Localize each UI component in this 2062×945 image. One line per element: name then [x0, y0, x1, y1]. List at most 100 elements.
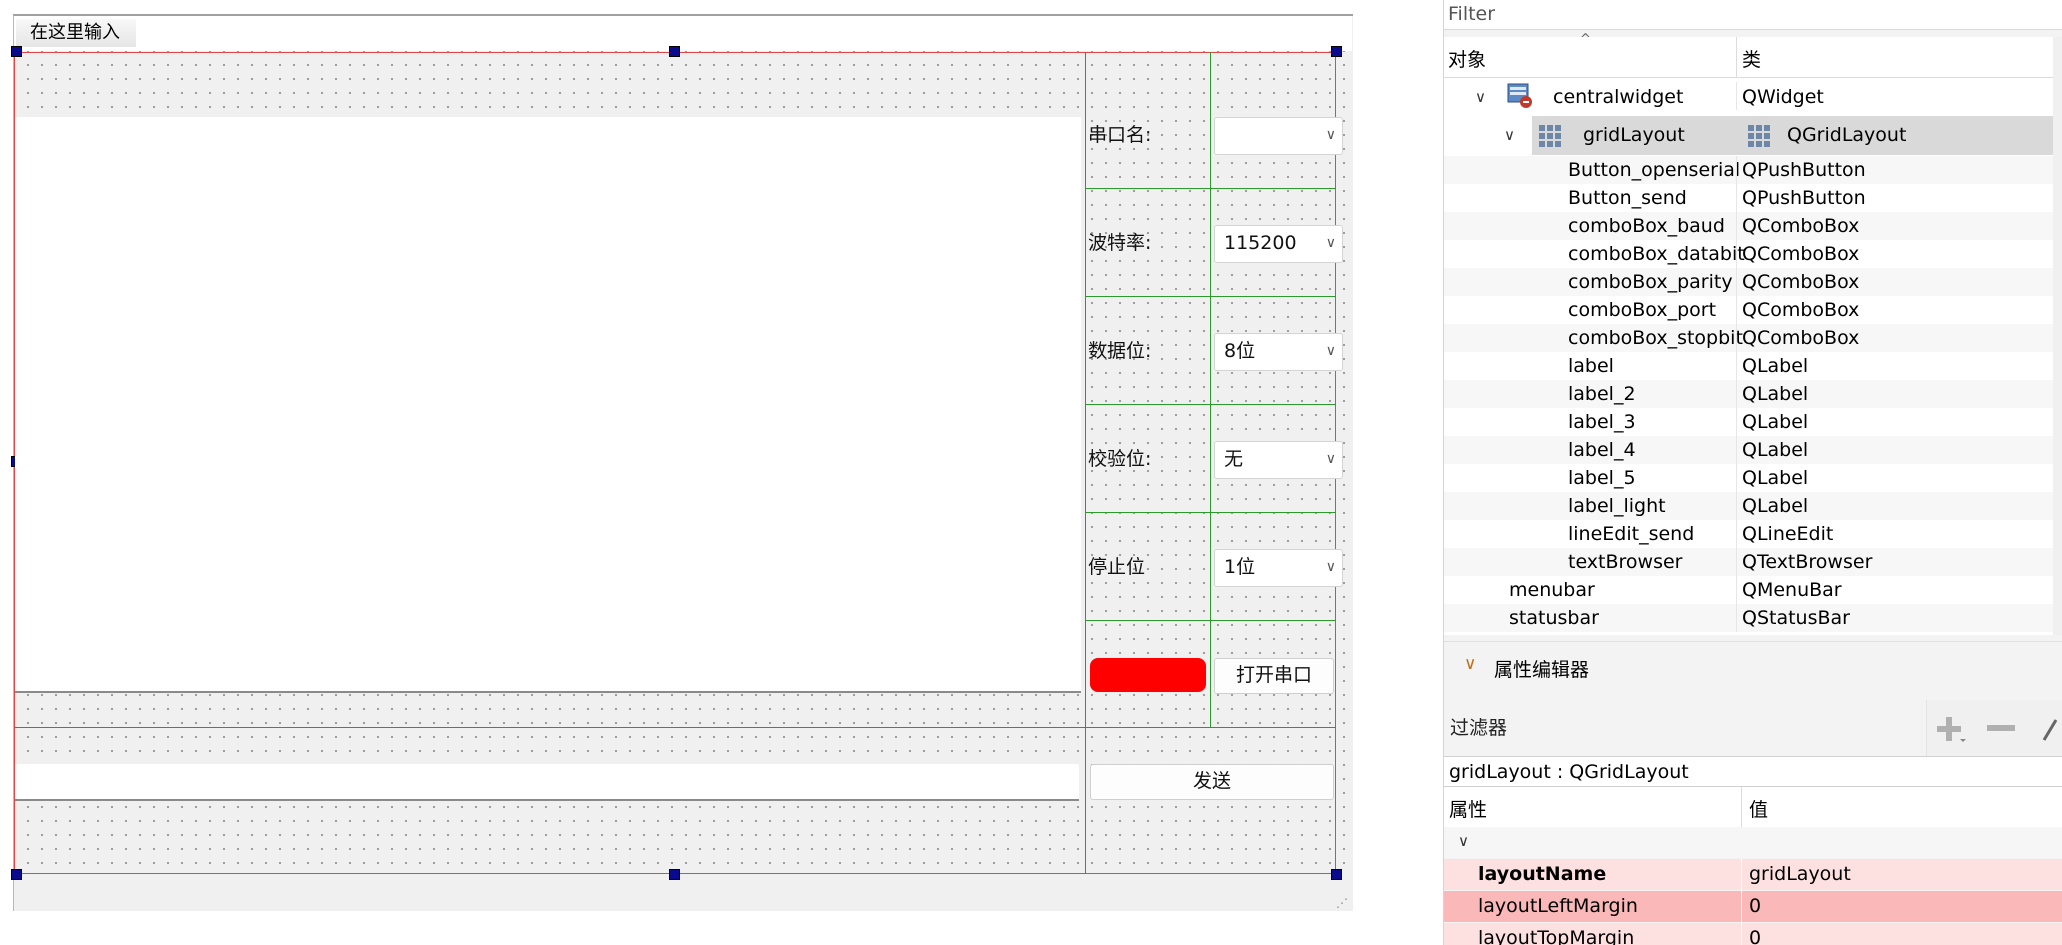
- tree-item-name: label: [1568, 355, 1614, 377]
- column-separator: [1736, 296, 1737, 324]
- parity-combobox[interactable]: 无 ∨: [1214, 441, 1343, 479]
- tree-item-class: QLabel: [1742, 383, 1809, 405]
- grid-line: [14, 727, 1336, 728]
- property-value[interactable]: gridLayout: [1749, 859, 1851, 890]
- chevron-down-icon: ∨: [1325, 235, 1336, 251]
- send-button[interactable]: 发送: [1090, 764, 1334, 800]
- tree-row[interactable]: comboBox_baud QComboBox: [1444, 212, 2062, 240]
- tree-row[interactable]: Button_send QPushButton: [1444, 184, 2062, 212]
- property-name: layoutLeftMargin: [1478, 895, 1638, 917]
- chevron-down-icon[interactable]: ∨: [1504, 119, 1515, 152]
- tree-row[interactable]: label_3 QLabel: [1444, 408, 2062, 436]
- tree-item-name: label_2: [1568, 383, 1636, 405]
- selection-handle[interactable]: [669, 46, 680, 57]
- chevron-down-icon[interactable]: ∨: [1464, 654, 1476, 674]
- tree-row[interactable]: comboBox_stopbit QComboBox: [1444, 324, 2062, 352]
- port-combobox[interactable]: ∨: [1214, 117, 1343, 155]
- selection-handle[interactable]: [1331, 869, 1342, 880]
- column-header-class[interactable]: 类: [1742, 45, 1761, 72]
- tree-item-class: QComboBox: [1742, 243, 1860, 265]
- tree-item-name: Button_openserial: [1568, 159, 1741, 181]
- tree-item-class: QGridLayout: [1787, 124, 1907, 146]
- object-inspector-header: 对象 ^ 类: [1444, 32, 2062, 78]
- chevron-down-icon[interactable]: ∨: [1475, 82, 1486, 112]
- property-editor-titlebar[interactable]: ∨ 属性编辑器: [1444, 641, 2062, 694]
- send-line-edit[interactable]: [15, 764, 1079, 801]
- stop-bits-label: 停止位: [1088, 556, 1146, 578]
- tree-row[interactable]: statusbar QStatusBar: [1444, 604, 2062, 632]
- wrench-icon[interactable]: [2040, 714, 2062, 744]
- form-menubar[interactable]: [14, 16, 1352, 51]
- selection-handle[interactable]: [669, 869, 680, 880]
- property-row-layoutleftmargin[interactable]: layoutLeftMargin 0: [1444, 891, 2062, 922]
- tree-item-name: comboBox_parity: [1568, 271, 1733, 293]
- column-header-property[interactable]: 属性: [1449, 795, 1487, 822]
- tree-item-class: QLabel: [1742, 355, 1809, 377]
- tree-item-class: QLabel: [1742, 495, 1809, 517]
- column-separator: [1736, 240, 1737, 268]
- tree-row[interactable]: comboBox_port QComboBox: [1444, 296, 2062, 324]
- baud-combobox[interactable]: 115200 ∨: [1214, 225, 1343, 263]
- form-statusbar: [14, 872, 1352, 911]
- text-browser[interactable]: [15, 117, 1081, 693]
- tree-item-class: QComboBox: [1742, 271, 1860, 293]
- selection-handle[interactable]: [11, 46, 22, 57]
- tree-row[interactable]: menubar QMenuBar: [1444, 576, 2062, 604]
- chevron-down-icon: ∨: [1325, 343, 1336, 359]
- tree-row-gridlayout[interactable]: ∨ gridLayout QGridLayout: [1444, 119, 2062, 152]
- combo-value: 115200: [1224, 232, 1297, 254]
- column-separator: [1736, 604, 1737, 632]
- databit-combobox[interactable]: 8位 ∨: [1214, 333, 1343, 371]
- tree-row[interactable]: label QLabel: [1444, 352, 2062, 380]
- column-separator: [1736, 184, 1737, 212]
- property-editor-title: 属性编辑器: [1494, 659, 1590, 681]
- property-value[interactable]: 0: [1749, 891, 1761, 922]
- property-row-layouttopmargin[interactable]: layoutTopMargin 0: [1444, 923, 2062, 945]
- minus-icon[interactable]: [1986, 722, 2016, 734]
- property-value[interactable]: 0: [1749, 923, 1761, 945]
- tree-row[interactable]: label_5 QLabel: [1444, 464, 2062, 492]
- column-separator: [1736, 464, 1737, 492]
- stopbit-combobox[interactable]: 1位 ∨: [1214, 549, 1343, 587]
- tree-row[interactable]: lineEdit_send QLineEdit: [1444, 520, 2062, 548]
- combo-value: 1位: [1224, 556, 1256, 578]
- tree-item-class: QComboBox: [1742, 215, 1860, 237]
- property-row-layoutname[interactable]: layoutName gridLayout: [1444, 859, 2062, 890]
- tree-row[interactable]: Button_openserial QPushButton: [1444, 156, 2062, 184]
- tree-item-name: lineEdit_send: [1568, 523, 1695, 545]
- menubar-type-here[interactable]: 在这里输入: [16, 19, 136, 47]
- tree-row[interactable]: comboBox_parity QComboBox: [1444, 268, 2062, 296]
- object-filter-input[interactable]: Filter: [1444, 0, 2062, 30]
- tree-row[interactable]: textBrowser QTextBrowser: [1444, 548, 2062, 576]
- tree-row-centralwidget[interactable]: ∨ centralwidget QWidget: [1444, 82, 2062, 112]
- column-header-value[interactable]: 值: [1749, 795, 1768, 822]
- tree-item-class: QStatusBar: [1742, 607, 1850, 629]
- tree-item-name: statusbar: [1509, 607, 1599, 629]
- object-tree-scrollbar[interactable]: [2053, 37, 2062, 635]
- grid-line: [1085, 404, 1336, 405]
- selection-handle[interactable]: [1331, 46, 1342, 57]
- tree-item-name: comboBox_databit: [1568, 243, 1745, 265]
- tree-item-class: QLabel: [1742, 411, 1809, 433]
- selection-handle[interactable]: [11, 869, 22, 880]
- column-separator: [1736, 408, 1737, 436]
- tree-row[interactable]: label_2 QLabel: [1444, 380, 2062, 408]
- column-header-object[interactable]: 对象: [1448, 45, 1486, 72]
- resize-grip-icon[interactable]: ⋰: [1336, 896, 1350, 910]
- tree-row[interactable]: label_4 QLabel: [1444, 436, 2062, 464]
- tree-item-class: QLabel: [1742, 439, 1809, 461]
- property-group-row[interactable]: ∨: [1444, 827, 2062, 858]
- tree-row[interactable]: comboBox_databit QComboBox: [1444, 240, 2062, 268]
- column-separator: [1736, 436, 1737, 464]
- tree-row[interactable]: label_light QLabel: [1444, 492, 2062, 520]
- tree-item-class: QPushButton: [1742, 187, 1866, 209]
- tree-item-name: label_light: [1568, 495, 1666, 517]
- tree-item-class: QMenuBar: [1742, 579, 1842, 601]
- column-separator: [1736, 548, 1737, 576]
- column-separator: [1736, 37, 1737, 78]
- chevron-down-icon[interactable]: ∨: [1458, 832, 1469, 850]
- column-separator: [1736, 268, 1737, 296]
- plus-icon[interactable]: [1933, 714, 1967, 744]
- property-filter-input[interactable]: 过滤器: [1444, 700, 1927, 756]
- open-serial-button[interactable]: 打开串口: [1214, 658, 1334, 694]
